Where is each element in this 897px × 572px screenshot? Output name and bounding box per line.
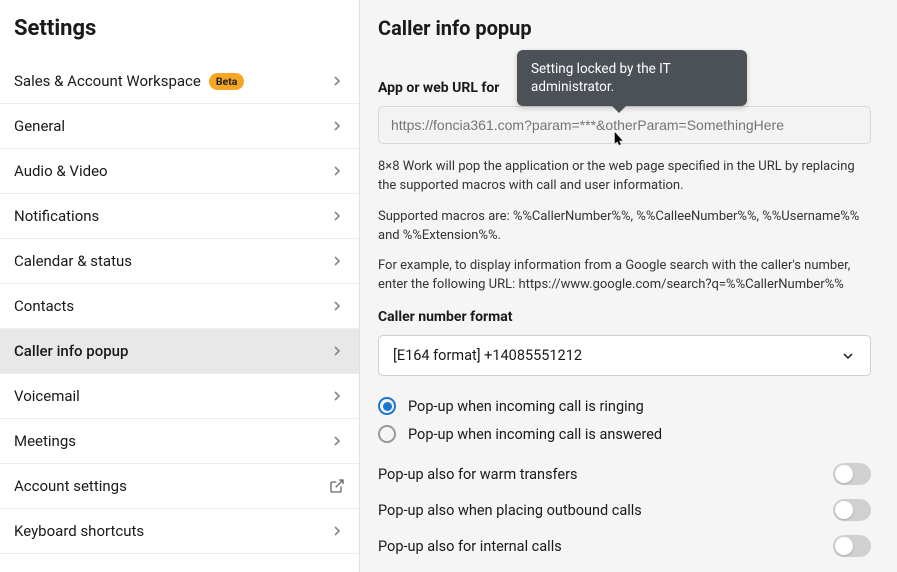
radio-popup-ringing[interactable]: Pop-up when incoming call is ringing (378, 392, 871, 420)
sidebar-item-contacts[interactable]: Contacts (0, 284, 359, 329)
sidebar-item-meetings[interactable]: Meetings (0, 419, 359, 464)
radio-label: Pop-up when incoming call is answered (408, 426, 662, 443)
sidebar-item-label: Keyboard shortcuts (14, 522, 144, 540)
chevron-right-icon (329, 388, 345, 404)
radio-label: Pop-up when incoming call is ringing (408, 398, 644, 415)
chevron-right-icon (329, 343, 345, 359)
sidebar-item-account-settings[interactable]: Account settings (0, 464, 359, 509)
sidebar-item-sales-account[interactable]: Sales & Account Workspace Beta (0, 59, 359, 104)
toggle-label: Pop-up also for internal calls (378, 538, 562, 555)
sidebar-item-label: Notifications (14, 207, 99, 225)
sidebar-item-label: Caller info popup (14, 342, 128, 360)
sidebar-item-voicemail[interactable]: Voicemail (0, 374, 359, 419)
page-title: Caller info popup (378, 16, 871, 40)
sidebar-item-label: Voicemail (14, 387, 80, 405)
sidebar-item-label: Audio & Video (14, 162, 108, 180)
helper-text-2: Supported macros are: %%CallerNumber%%, … (378, 208, 871, 246)
sidebar-item-audio-video[interactable]: Audio & Video (0, 149, 359, 194)
toggle-label: Pop-up also when placing outbound calls (378, 502, 642, 519)
chevron-down-icon (840, 348, 856, 364)
radio-empty-icon (378, 425, 396, 443)
toggle-label: Pop-up also for warm transfers (378, 466, 578, 483)
external-link-icon (329, 478, 345, 494)
sidebar-item-label: General (14, 117, 65, 135)
helper-text-3: For example, to display information from… (378, 257, 871, 295)
helper-text-1: 8×8 Work will pop the application or the… (378, 158, 871, 196)
toggle-outbound-calls[interactable] (833, 499, 871, 521)
sidebar-item-label: Sales & Account Workspace (14, 72, 201, 90)
sidebar-item-caller-info-popup[interactable]: Caller info popup (0, 329, 359, 374)
sidebar-item-label: Account settings (14, 477, 127, 495)
select-value: [E164 format] +14085551212 (393, 347, 582, 364)
settings-title: Settings (0, 0, 359, 59)
chevron-right-icon (329, 118, 345, 134)
chevron-right-icon (329, 298, 345, 314)
sidebar-item-keyboard-shortcuts[interactable]: Keyboard shortcuts (0, 509, 359, 554)
settings-sidebar: Settings Sales & Account Workspace Beta … (0, 0, 360, 572)
chevron-right-icon (329, 433, 345, 449)
toggle-internal-calls[interactable] (833, 535, 871, 557)
beta-badge: Beta (209, 73, 245, 90)
format-section-label: Caller number format (378, 309, 871, 325)
toggle-warm-transfers[interactable] (833, 463, 871, 485)
sidebar-item-notifications[interactable]: Notifications (0, 194, 359, 239)
chevron-right-icon (329, 253, 345, 269)
sidebar-item-general[interactable]: General (0, 104, 359, 149)
radio-selected-icon (378, 397, 396, 415)
chevron-right-icon (329, 523, 345, 539)
chevron-right-icon (329, 73, 345, 89)
sidebar-item-label: Calendar & status (14, 252, 132, 270)
chevron-right-icon (329, 208, 345, 224)
chevron-right-icon (329, 163, 345, 179)
remove-popup-text: To remove call pop-up, delete the URI. L… (378, 564, 871, 572)
sidebar-item-label: Meetings (14, 432, 76, 450)
locked-tooltip: Setting locked by the IT administrator. (517, 50, 747, 106)
radio-popup-answered[interactable]: Pop-up when incoming call is answered (378, 420, 871, 448)
sidebar-item-label: Contacts (14, 297, 74, 315)
caller-format-select[interactable]: [E164 format] +14085551212 (378, 335, 871, 376)
sidebar-item-calendar-status[interactable]: Calendar & status (0, 239, 359, 284)
